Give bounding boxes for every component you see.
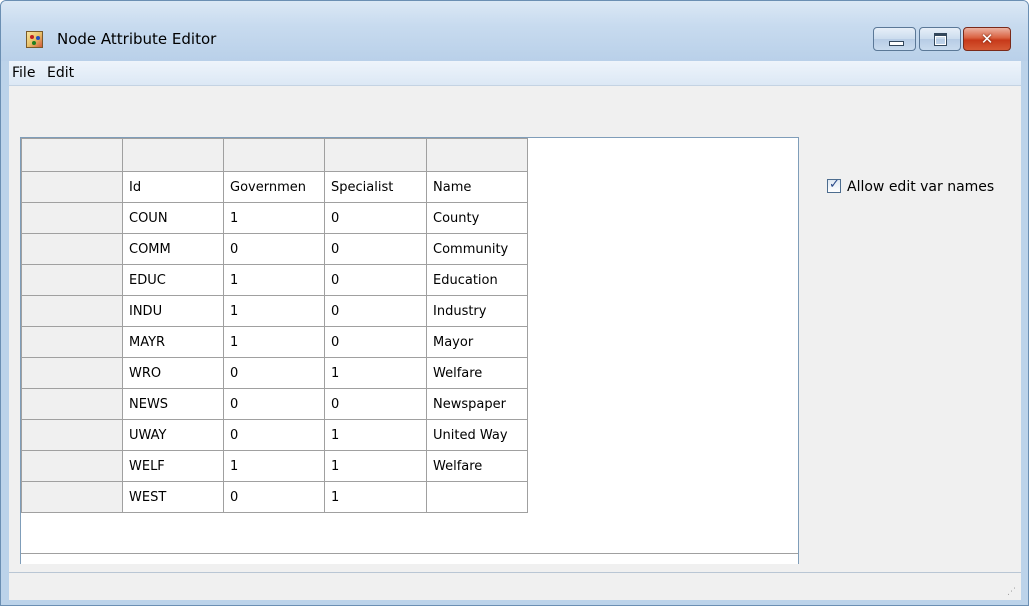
cell-specialist[interactable]: 0 xyxy=(324,388,427,420)
column-header-cell[interactable] xyxy=(426,138,528,172)
cell-name[interactable]: Newspaper xyxy=(426,388,528,420)
app-icon[interactable] xyxy=(26,31,43,48)
cell-name[interactable]: County xyxy=(426,202,528,234)
allow-edit-var-names-label[interactable]: Allow edit var names xyxy=(847,178,994,196)
cell-specialist[interactable]: 1 xyxy=(324,450,427,482)
var-name-cell-specialist[interactable]: Specialist xyxy=(324,171,427,203)
status-bar: ⋰ xyxy=(9,572,1021,600)
row-header-cell[interactable] xyxy=(21,419,123,451)
cell-specialist[interactable]: 0 xyxy=(324,264,427,296)
cell-specialist[interactable]: 1 xyxy=(324,357,427,389)
row-header-cell[interactable] xyxy=(21,295,123,327)
variable-name-row: Id Governmen Specialist Name xyxy=(21,171,528,203)
cell-id[interactable]: NEWS xyxy=(122,388,224,420)
window-title: Node Attribute Editor xyxy=(57,30,217,48)
cell-government[interactable]: 1 xyxy=(223,450,325,482)
cell-name[interactable]: Welfare xyxy=(426,450,528,482)
column-header-row xyxy=(21,138,528,172)
row-header-cell[interactable] xyxy=(21,481,123,513)
cell-government[interactable]: 0 xyxy=(223,388,325,420)
row-header-cell[interactable] xyxy=(21,202,123,234)
cell-name[interactable]: Mayor xyxy=(426,326,528,358)
attribute-grid[interactable]: Id Governmen Specialist Name COUN 1 0 Co… xyxy=(20,137,799,564)
allow-edit-var-names-checkbox[interactable]: ✓ xyxy=(827,177,841,193)
table-row: WEST 0 1 xyxy=(21,481,528,513)
maximize-button[interactable] xyxy=(919,27,961,51)
cell-government[interactable]: 1 xyxy=(223,326,325,358)
cell-name[interactable]: Community xyxy=(426,233,528,265)
menu-file[interactable]: File xyxy=(12,63,35,83)
cell-id[interactable]: UWAY xyxy=(122,419,224,451)
cell-id[interactable]: MAYR xyxy=(122,326,224,358)
column-header-cell[interactable] xyxy=(122,138,224,172)
cell-government[interactable]: 0 xyxy=(223,357,325,389)
column-header-cell[interactable] xyxy=(223,138,325,172)
table-row: INDU 1 0 Industry xyxy=(21,295,528,327)
table-row: WRO 0 1 Welfare xyxy=(21,357,528,389)
row-header-cell[interactable] xyxy=(21,264,123,296)
cell-government[interactable]: 0 xyxy=(223,419,325,451)
horizontal-scrollbar-track[interactable] xyxy=(21,553,798,564)
table-row: COMM 0 0 Community xyxy=(21,233,528,265)
table-row: UWAY 0 1 United Way xyxy=(21,419,528,451)
menu-edit[interactable]: Edit xyxy=(47,63,74,83)
attribute-table: Id Governmen Specialist Name COUN 1 0 Co… xyxy=(21,138,528,513)
cell-name[interactable]: United Way xyxy=(426,419,528,451)
column-header-cell[interactable] xyxy=(324,138,427,172)
cell-specialist[interactable]: 0 xyxy=(324,233,427,265)
cell-id[interactable]: COMM xyxy=(122,233,224,265)
row-header-cell[interactable] xyxy=(21,357,123,389)
table-row: COUN 1 0 County xyxy=(21,202,528,234)
row-header-cell[interactable] xyxy=(21,233,123,265)
table-row: WELF 1 1 Welfare xyxy=(21,450,528,482)
minimize-button[interactable] xyxy=(873,27,916,51)
cell-government[interactable]: 0 xyxy=(223,481,325,513)
table-row: NEWS 0 0 Newspaper xyxy=(21,388,528,420)
minimize-icon xyxy=(889,41,904,46)
cell-specialist[interactable]: 1 xyxy=(324,481,427,513)
cell-specialist[interactable]: 0 xyxy=(324,295,427,327)
node-attribute-editor-window: Node Attribute Editor ✕ File Edit Id Gov… xyxy=(0,0,1029,606)
close-button[interactable]: ✕ xyxy=(963,27,1011,51)
cell-name[interactable]: Education xyxy=(426,264,528,296)
var-name-cell-id[interactable]: Id xyxy=(122,171,224,203)
cell-government[interactable]: 1 xyxy=(223,202,325,234)
cell-id[interactable]: EDUC xyxy=(122,264,224,296)
cell-government[interactable]: 1 xyxy=(223,264,325,296)
maximize-icon xyxy=(934,33,947,46)
cell-id[interactable]: WELF xyxy=(122,450,224,482)
table-row: MAYR 1 0 Mayor xyxy=(21,326,528,358)
title-bar[interactable]: Node Attribute Editor ✕ xyxy=(1,1,1028,61)
row-header-cell[interactable] xyxy=(21,171,123,203)
cell-name[interactable]: Industry xyxy=(426,295,528,327)
table-row: EDUC 1 0 Education xyxy=(21,264,528,296)
cell-id[interactable]: WEST xyxy=(122,481,224,513)
resize-grip-icon[interactable]: ⋰ xyxy=(1007,587,1017,597)
cell-name[interactable] xyxy=(426,481,528,513)
checkmark-icon: ✓ xyxy=(829,177,840,192)
row-header-cell[interactable] xyxy=(21,326,123,358)
menu-bar: File Edit xyxy=(9,61,1021,86)
cell-specialist[interactable]: 0 xyxy=(324,202,427,234)
cell-id[interactable]: COUN xyxy=(122,202,224,234)
corner-header-cell[interactable] xyxy=(21,138,123,172)
close-icon: ✕ xyxy=(980,30,994,48)
row-header-cell[interactable] xyxy=(21,388,123,420)
row-header-cell[interactable] xyxy=(21,450,123,482)
cell-government[interactable]: 1 xyxy=(223,295,325,327)
cell-id[interactable]: WRO xyxy=(122,357,224,389)
cell-specialist[interactable]: 0 xyxy=(324,326,427,358)
cell-government[interactable]: 0 xyxy=(223,233,325,265)
var-name-cell-government[interactable]: Governmen xyxy=(223,171,325,203)
cell-specialist[interactable]: 1 xyxy=(324,419,427,451)
cell-name[interactable]: Welfare xyxy=(426,357,528,389)
var-name-cell-name[interactable]: Name xyxy=(426,171,528,203)
cell-id[interactable]: INDU xyxy=(122,295,224,327)
